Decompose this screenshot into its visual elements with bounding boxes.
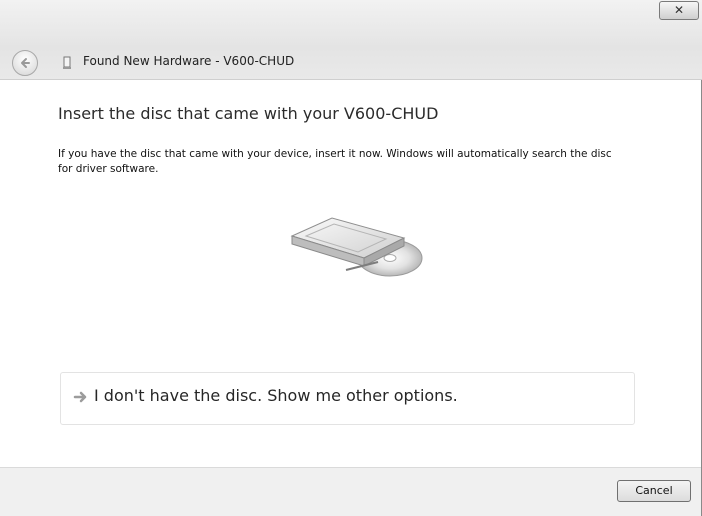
right-arrow-icon	[73, 391, 87, 403]
hardware-device-icon	[63, 56, 71, 69]
no-disc-option[interactable]: I don't have the disc. Show me other opt…	[60, 372, 635, 425]
back-button[interactable]	[12, 50, 38, 76]
footer-bar	[0, 467, 701, 516]
wizard-window: ✕ Found New Hardware - V600-CHUD Insert …	[0, 0, 702, 516]
close-button[interactable]: ✕	[659, 1, 699, 20]
close-icon: ✕	[673, 3, 685, 17]
back-arrow-icon	[21, 58, 30, 68]
no-disc-option-label: I don't have the disc. Show me other opt…	[94, 386, 458, 405]
page-heading: Insert the disc that came with your V600…	[58, 104, 439, 123]
window-title: Found New Hardware - V600-CHUD	[83, 54, 295, 68]
title-bar: ✕ Found New Hardware - V600-CHUD	[0, 0, 702, 80]
instruction-text: If you have the disc that came with your…	[58, 148, 612, 175]
cancel-button[interactable]: Cancel	[617, 480, 691, 502]
disc-drive-icon	[290, 217, 423, 277]
